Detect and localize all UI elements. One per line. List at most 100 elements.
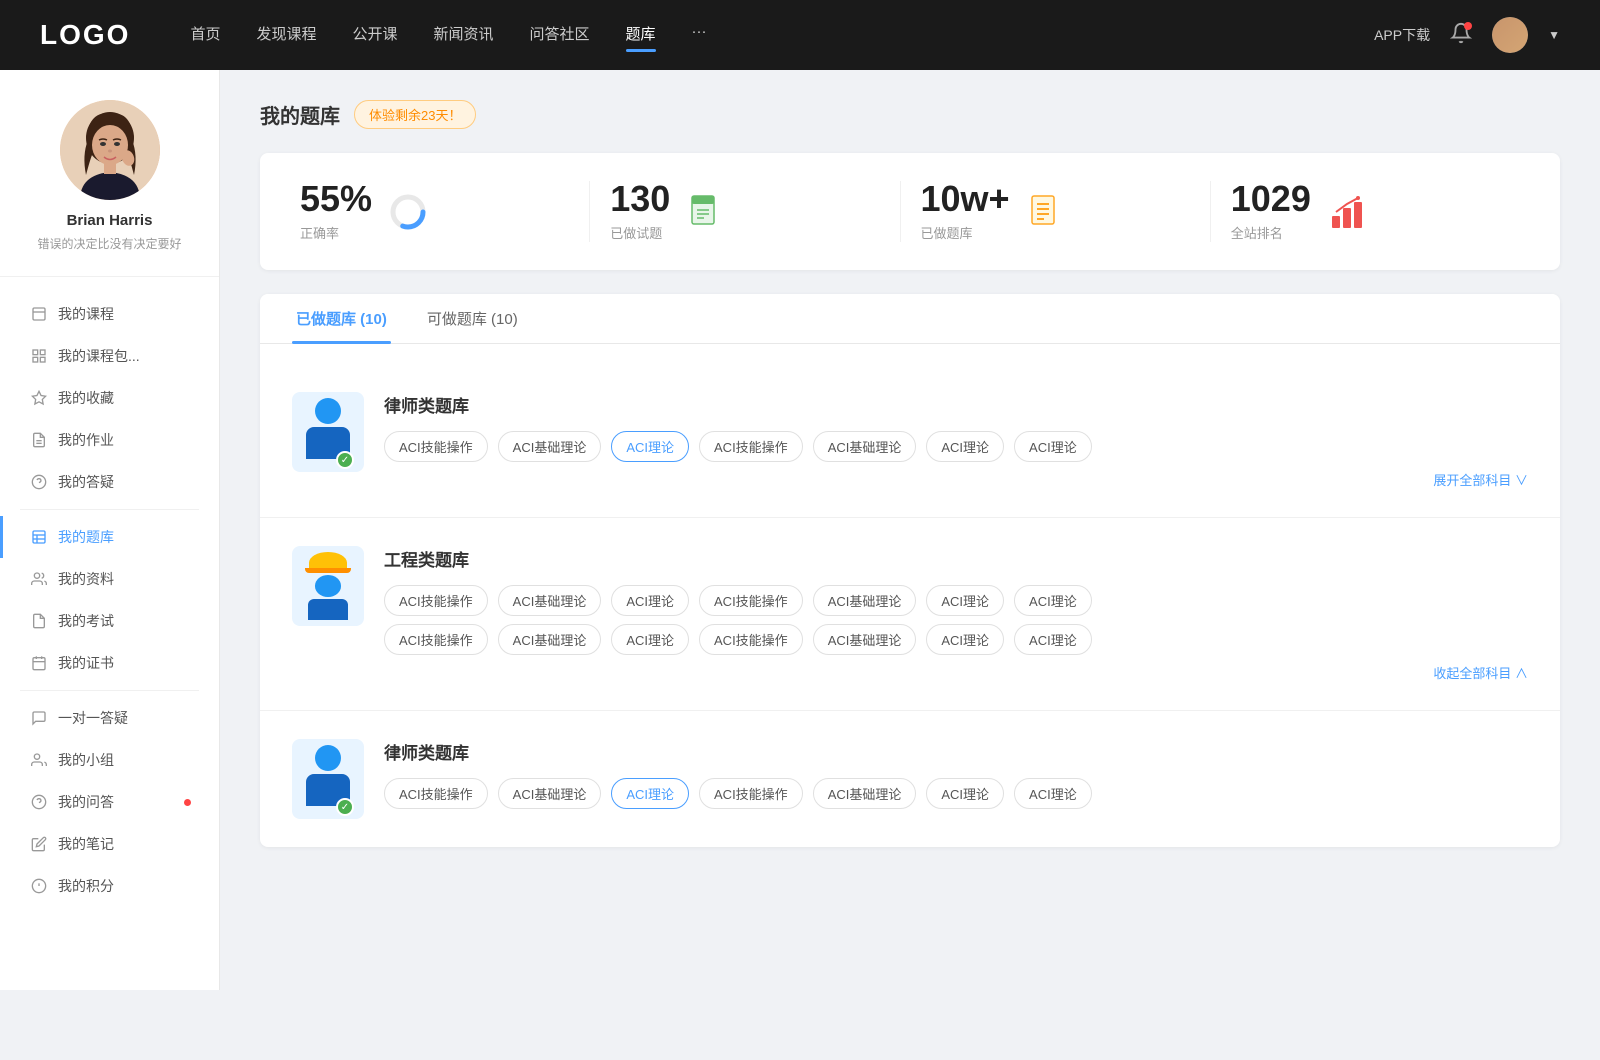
tag-lawyer2-5[interactable]: ACI理论 bbox=[926, 778, 1004, 809]
sidebar-item-one-on-one[interactable]: 一对一答疑 bbox=[0, 697, 219, 739]
tag-lawyer1-6[interactable]: ACI理论 bbox=[1014, 431, 1092, 462]
bank-section-lawyer1: ✓ 律师类题库 ACI技能操作 ACI基础理论 ACI理论 ACI技能操作 AC… bbox=[260, 364, 1560, 518]
bank-header-lawyer2: ✓ 律师类题库 ACI技能操作 ACI基础理论 ACI理论 ACI技能操作 AC… bbox=[292, 739, 1528, 819]
qa-label: 我的答疑 bbox=[58, 472, 114, 492]
tag-lawyer1-2[interactable]: ACI理论 bbox=[611, 431, 689, 462]
tag-lawyer2-0[interactable]: ACI技能操作 bbox=[384, 778, 488, 809]
list-icon bbox=[1028, 194, 1064, 230]
expand-lawyer1[interactable]: 展开全部科目 ∨ bbox=[384, 470, 1528, 489]
tag-eng1r2-5[interactable]: ACI理论 bbox=[926, 624, 1004, 655]
sidebar-item-exam[interactable]: 我的考试 bbox=[0, 600, 219, 642]
sidebar-item-favorites[interactable]: 我的收藏 bbox=[0, 377, 219, 419]
app-download-button[interactable]: APP下载 bbox=[1374, 25, 1430, 45]
stat-accuracy: 55% 正确率 bbox=[300, 181, 590, 242]
tag-lawyer2-6[interactable]: ACI理论 bbox=[1014, 778, 1092, 809]
tag-eng1-0[interactable]: ACI技能操作 bbox=[384, 585, 488, 616]
sidebar-item-questions[interactable]: 我的问答 bbox=[0, 781, 219, 823]
tag-eng1-3[interactable]: ACI技能操作 bbox=[699, 585, 803, 616]
tag-lawyer2-1[interactable]: ACI基础理论 bbox=[498, 778, 602, 809]
stat-done-questions: 130 已做试题 bbox=[590, 181, 900, 242]
engineer1-icon-wrap bbox=[292, 546, 364, 626]
accuracy-icon bbox=[388, 192, 428, 232]
homework-label: 我的作业 bbox=[58, 430, 114, 450]
tab-done[interactable]: 已做题库 (10) bbox=[292, 294, 391, 343]
nav-link-questionbank[interactable]: 题库 bbox=[626, 23, 656, 48]
tag-eng1-1[interactable]: ACI基础理论 bbox=[498, 585, 602, 616]
tag-lawyer1-5[interactable]: ACI理论 bbox=[926, 431, 1004, 462]
tag-eng1r2-6[interactable]: ACI理论 bbox=[1014, 624, 1092, 655]
tag-eng1-6[interactable]: ACI理论 bbox=[1014, 585, 1092, 616]
ranking-value: 1029 bbox=[1231, 181, 1311, 217]
material-icon bbox=[30, 570, 48, 588]
tag-eng1r2-1[interactable]: ACI基础理论 bbox=[498, 624, 602, 655]
points-icon bbox=[30, 877, 48, 895]
sidebar-item-group[interactable]: 我的小组 bbox=[0, 739, 219, 781]
tag-eng1r2-3[interactable]: ACI技能操作 bbox=[699, 624, 803, 655]
accuracy-label: 正确率 bbox=[300, 223, 372, 242]
page-title: 我的题库 bbox=[260, 100, 340, 129]
user-avatar[interactable] bbox=[1492, 17, 1528, 53]
lawyer2-icon-wrap: ✓ bbox=[292, 739, 364, 819]
sidebar-item-notes[interactable]: 我的笔记 bbox=[0, 823, 219, 865]
menu-divider-1 bbox=[20, 509, 199, 510]
nav-link-news[interactable]: 新闻资讯 bbox=[434, 23, 494, 48]
tag-lawyer1-3[interactable]: ACI技能操作 bbox=[699, 431, 803, 462]
tag-eng1-2[interactable]: ACI理论 bbox=[611, 585, 689, 616]
ranking-icon bbox=[1327, 192, 1367, 232]
tag-eng1-5[interactable]: ACI理论 bbox=[926, 585, 1004, 616]
bank-info-engineer1: 工程类题库 ACI技能操作 ACI基础理论 ACI理论 ACI技能操作 ACI基… bbox=[384, 546, 1528, 682]
tag-eng1-4[interactable]: ACI基础理论 bbox=[813, 585, 917, 616]
expand-engineer1[interactable]: 收起全部科目 ∧ bbox=[384, 663, 1528, 682]
nav-link-more[interactable]: ··· bbox=[692, 23, 707, 48]
notes-icon bbox=[30, 835, 48, 853]
sidebar-item-material[interactable]: 我的资料 bbox=[0, 558, 219, 600]
sidebar-item-homework[interactable]: 我的作业 bbox=[0, 419, 219, 461]
notification-dot bbox=[1464, 22, 1472, 30]
sidebar-item-points[interactable]: 我的积分 bbox=[0, 865, 219, 907]
sidebar-item-qa[interactable]: 我的答疑 bbox=[0, 461, 219, 503]
stat-ranking: 1029 全站排名 bbox=[1211, 181, 1520, 242]
nav-link-qa[interactable]: 问答社区 bbox=[530, 23, 590, 48]
sidebar-item-certificate[interactable]: 我的证书 bbox=[0, 642, 219, 684]
tag-lawyer2-4[interactable]: ACI基础理论 bbox=[813, 778, 917, 809]
bank-title-lawyer2: 律师类题库 bbox=[384, 739, 1528, 764]
tag-lawyer1-4[interactable]: ACI基础理论 bbox=[813, 431, 917, 462]
tag-eng1r2-4[interactable]: ACI基础理论 bbox=[813, 624, 917, 655]
user-dropdown-icon[interactable]: ▼ bbox=[1548, 28, 1560, 42]
questions-icon bbox=[30, 793, 48, 811]
tag-eng1r2-0[interactable]: ACI技能操作 bbox=[384, 624, 488, 655]
tag-lawyer1-1[interactable]: ACI基础理论 bbox=[498, 431, 602, 462]
course-icon bbox=[30, 305, 48, 323]
avatar bbox=[60, 100, 160, 200]
profile-motto: 错误的决定比没有决定要好 bbox=[37, 235, 181, 252]
stats-card: 55% 正确率 130 已做试题 bbox=[260, 153, 1560, 270]
nav-link-home[interactable]: 首页 bbox=[190, 23, 220, 48]
bank-header-lawyer1: ✓ 律师类题库 ACI技能操作 ACI基础理论 ACI理论 ACI技能操作 AC… bbox=[292, 392, 1528, 489]
my-course-label: 我的课程 bbox=[58, 304, 114, 324]
done-questions-label: 已做试题 bbox=[610, 223, 670, 242]
bank-section-lawyer2: ✓ 律师类题库 ACI技能操作 ACI基础理论 ACI理论 ACI技能操作 AC… bbox=[260, 711, 1560, 847]
navbar: LOGO 首页 发现课程 公开课 新闻资讯 问答社区 题库 ··· APP下载 … bbox=[0, 0, 1600, 70]
bank-title-lawyer1: 律师类题库 bbox=[384, 392, 1528, 417]
tag-eng1r2-2[interactable]: ACI理论 bbox=[611, 624, 689, 655]
tags-row-lawyer1: ACI技能操作 ACI基础理论 ACI理论 ACI技能操作 ACI基础理论 AC… bbox=[384, 431, 1528, 462]
notification-bell[interactable] bbox=[1450, 22, 1472, 49]
favorites-icon bbox=[30, 389, 48, 407]
group-label: 我的小组 bbox=[58, 750, 114, 770]
tab-available[interactable]: 可做题库 (10) bbox=[423, 294, 522, 343]
nav-link-discover[interactable]: 发现课程 bbox=[256, 23, 316, 48]
tag-lawyer2-2[interactable]: ACI理论 bbox=[611, 778, 689, 809]
profile-name: Brian Harris bbox=[67, 212, 153, 229]
menu-divider-2 bbox=[20, 690, 199, 691]
tag-lawyer1-0[interactable]: ACI技能操作 bbox=[384, 431, 488, 462]
tag-lawyer2-3[interactable]: ACI技能操作 bbox=[699, 778, 803, 809]
logo[interactable]: LOGO bbox=[40, 19, 130, 51]
sidebar-item-question-bank[interactable]: 我的题库 bbox=[0, 516, 219, 558]
nav-link-open[interactable]: 公开课 bbox=[352, 23, 397, 48]
page-header: 我的题库 体验剩余23天！ bbox=[260, 100, 1560, 129]
sidebar-item-my-course[interactable]: 我的课程 bbox=[0, 293, 219, 335]
trial-badge: 体验剩余23天！ bbox=[354, 100, 476, 129]
sidebar-item-course-package[interactable]: 我的课程包... bbox=[0, 335, 219, 377]
donut-chart bbox=[388, 192, 428, 232]
bank-info-lawyer1: 律师类题库 ACI技能操作 ACI基础理论 ACI理论 ACI技能操作 ACI基… bbox=[384, 392, 1528, 489]
